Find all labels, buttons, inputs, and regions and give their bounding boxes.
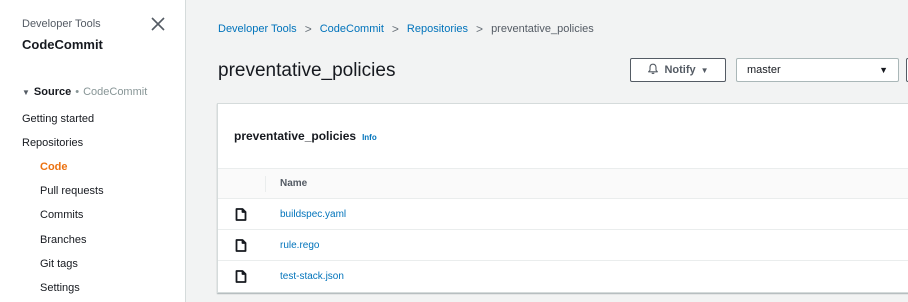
info-link[interactable]: Info: [362, 133, 377, 142]
sidebar-group-source[interactable]: ▼ Source • CodeCommit: [22, 86, 147, 98]
page-title: preventative_policies: [218, 60, 396, 81]
breadcrumb-separator: >: [391, 22, 399, 36]
file-icon: [235, 239, 247, 252]
sidebar-section-label[interactable]: Developer Tools: [22, 18, 101, 30]
branch-select-value: master: [747, 64, 781, 76]
column-header-name[interactable]: Name: [280, 178, 307, 189]
bell-icon: [647, 63, 659, 78]
sidebar-item-settings[interactable]: Settings: [40, 282, 80, 294]
file-icon: [235, 208, 247, 221]
table-header: Name: [218, 169, 908, 199]
notify-label: Notify: [664, 64, 696, 76]
caret-down-icon: ▼: [879, 65, 888, 75]
sidebar-title[interactable]: CodeCommit: [22, 37, 103, 52]
caret-down-icon: ▼: [22, 87, 30, 97]
file-icon: [235, 270, 247, 283]
table-row: buildspec.yaml: [218, 199, 908, 230]
column-divider: [265, 176, 266, 192]
notify-button[interactable]: Notify ▼: [630, 58, 726, 82]
file-link[interactable]: buildspec.yaml: [280, 209, 346, 220]
panel-title: preventative_policies: [234, 129, 357, 143]
breadcrumb-repositories[interactable]: Repositories: [407, 23, 468, 35]
breadcrumb-separator: >: [304, 22, 312, 36]
sidebar-item-commits[interactable]: Commits: [40, 209, 83, 221]
table-row: rule.rego: [218, 230, 908, 261]
main-content: Developer Tools > CodeCommit > Repositor…: [186, 0, 908, 302]
sidebar-item-branches[interactable]: Branches: [40, 234, 86, 246]
caret-down-icon: ▼: [700, 65, 709, 75]
sidebar: Developer Tools CodeCommit ▼ Source • Co…: [0, 0, 186, 302]
branch-select[interactable]: master ▼: [736, 58, 899, 82]
repository-panel: preventative_policies Info Name buildspe…: [217, 103, 908, 293]
sidebar-group-separator: •: [75, 86, 80, 98]
sidebar-item-pull-requests[interactable]: Pull requests: [40, 185, 104, 197]
panel-header: preventative_policies Info: [218, 104, 908, 169]
table-row: test-stack.json: [218, 261, 908, 292]
file-link[interactable]: rule.rego: [280, 240, 319, 251]
close-icon[interactable]: [151, 17, 167, 33]
breadcrumb: Developer Tools > CodeCommit > Repositor…: [218, 22, 594, 36]
sidebar-item-git-tags[interactable]: Git tags: [40, 258, 78, 270]
breadcrumb-developer-tools[interactable]: Developer Tools: [218, 23, 297, 35]
sidebar-item-code[interactable]: Code: [40, 161, 68, 173]
sidebar-item-repositories[interactable]: Repositories: [22, 137, 83, 149]
file-link[interactable]: test-stack.json: [280, 271, 344, 282]
sidebar-group-service: CodeCommit: [83, 86, 148, 98]
sidebar-group-label: Source: [33, 86, 72, 98]
breadcrumb-current: preventative_policies: [491, 23, 594, 35]
breadcrumb-codecommit[interactable]: CodeCommit: [320, 23, 384, 35]
sidebar-item-getting-started[interactable]: Getting started: [22, 113, 94, 125]
breadcrumb-separator: >: [476, 22, 484, 36]
